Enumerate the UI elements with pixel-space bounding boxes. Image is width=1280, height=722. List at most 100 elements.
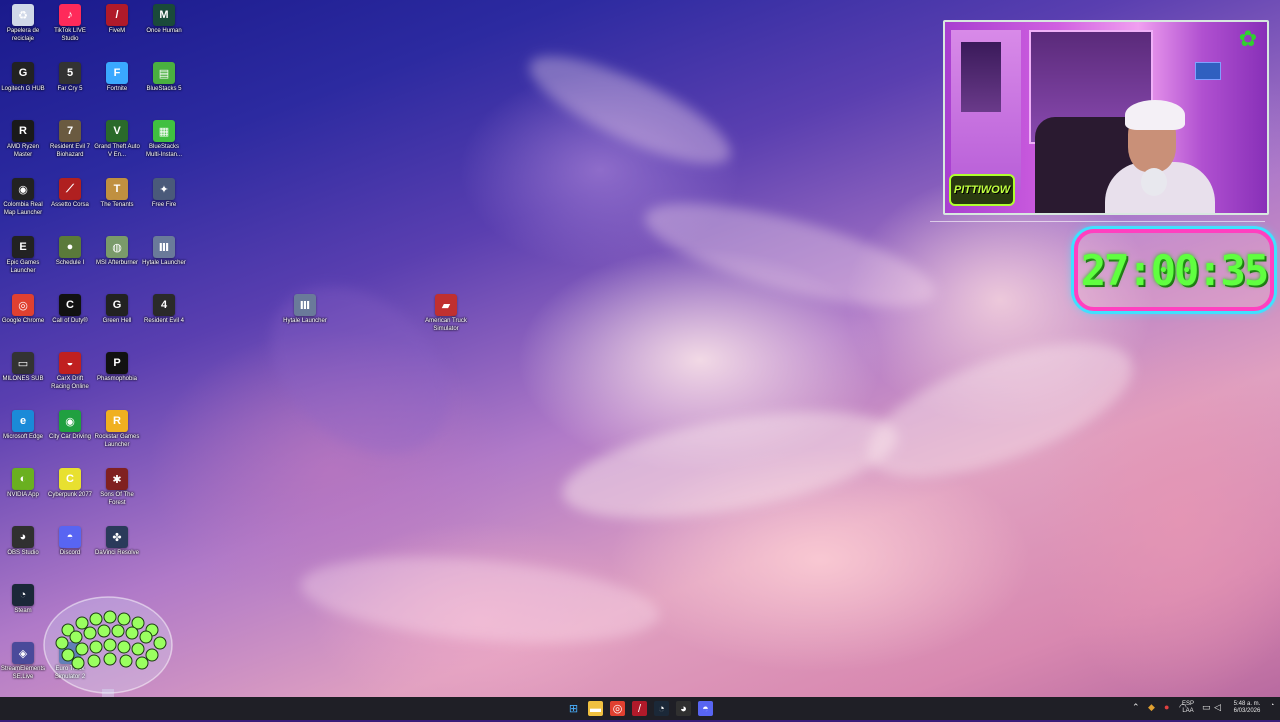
desktop-icon-call-of-duty[interactable]: C Call of Duty® bbox=[47, 294, 93, 326]
clock[interactable]: 5:48 a. m. 6/03/2026 bbox=[1226, 701, 1268, 715]
desktop-icon-label: Assetto Corsa bbox=[51, 202, 89, 208]
desktop-icon-resident-evil-4[interactable]: 4 Resident Evil 4 bbox=[141, 294, 187, 326]
amd-ryzen-icon: R bbox=[12, 120, 34, 142]
chrome-button[interactable]: ◎ bbox=[610, 701, 625, 716]
desktop-icon-schedule-one[interactable]: ● Schedule I bbox=[47, 236, 93, 268]
webcam-room-wall bbox=[951, 30, 1021, 190]
desktop-icon-label: MSI Afterburner bbox=[95, 260, 139, 266]
colombia-map-icon: ◉ bbox=[12, 178, 34, 200]
start-button[interactable]: ⊞ bbox=[566, 701, 581, 716]
webcam-window bbox=[961, 42, 1001, 112]
desktop-icon-msi-afterburner[interactable]: ◍ MSI Afterburner bbox=[94, 236, 140, 268]
desktop-icon-label: Colombia Real Map Launcher bbox=[3, 202, 43, 216]
desktop-icon-label: Grand Theft Auto V En... bbox=[94, 144, 140, 158]
microphone-icon bbox=[1141, 168, 1167, 196]
desktop-icon-american-truck[interactable]: ▰ American Truck Simulator bbox=[423, 294, 469, 333]
desktop-icon-label: DaVinci Resolve bbox=[95, 550, 139, 556]
resident-evil-4-icon: 4 bbox=[153, 294, 175, 316]
far-cry-icon: 5 bbox=[59, 62, 81, 84]
desktop-icon-colombia-map[interactable]: ◉ Colombia Real Map Launcher bbox=[0, 178, 46, 217]
desktop-icon-label: FiveM bbox=[108, 28, 126, 34]
resident-evil-7-icon: 7 bbox=[59, 120, 81, 142]
sons-forest-icon: ✱ bbox=[106, 468, 128, 490]
desktop-icon-sons-forest[interactable]: ✱ Sons Of The Forest bbox=[94, 468, 140, 507]
language-indicator[interactable]: ESP LAA bbox=[1180, 701, 1196, 715]
desktop-icon-amd-ryzen[interactable]: R AMD Ryzen Master bbox=[0, 120, 46, 159]
nvidia-icon: ◐ bbox=[12, 468, 34, 490]
file-explorer-button[interactable]: ▬ bbox=[588, 701, 603, 716]
desktop-icon-discord[interactable]: ◓ Discord bbox=[47, 526, 93, 558]
obs-icon: ◕ bbox=[12, 526, 34, 548]
desktop-icon-free-fire[interactable]: ✦ Free Fire bbox=[141, 178, 187, 210]
phasmophobia-icon: P bbox=[106, 352, 128, 374]
desktop-icon-the-tenants[interactable]: T The Tenants bbox=[94, 178, 140, 210]
desktop-icon-recycle-bin[interactable]: ♻ Papelera de reciclaje bbox=[0, 4, 46, 43]
desktop-icon-nvidia[interactable]: ◐ NVIDIA App bbox=[0, 468, 46, 500]
display-tray-icon[interactable]: ▭ bbox=[1202, 702, 1211, 713]
desktop-icon-logitech[interactable]: G Logitech G HUB bbox=[0, 62, 46, 94]
desktop-icon-far-cry[interactable]: 5 Far Cry 5 bbox=[47, 62, 93, 94]
desktop-icon-obs[interactable]: ◕ OBS Studio bbox=[0, 526, 46, 558]
desktop-icon-edge[interactable]: e Microsoft Edge bbox=[0, 410, 46, 442]
tray-app-icon[interactable]: ◆ bbox=[1148, 702, 1155, 713]
desktop-icon-resident-evil-7[interactable]: 7 Resident Evil 7 Biohazard bbox=[47, 120, 93, 159]
desktop-icon-davinci[interactable]: ✤ DaVinci Resolve bbox=[94, 526, 140, 558]
desktop-icon-once-human[interactable]: M Once Human bbox=[141, 4, 187, 36]
obs-button[interactable]: ◕ bbox=[676, 701, 691, 716]
desktop-icon-label: OBS Studio bbox=[7, 550, 39, 556]
desktop-icon-epic-games[interactable]: E Epic Games Launcher bbox=[0, 236, 46, 275]
desktop-icon-green-hell[interactable]: G Green Hell bbox=[94, 294, 140, 326]
cyberpunk-icon: C bbox=[59, 468, 81, 490]
discord-button[interactable]: ◓ bbox=[698, 701, 713, 716]
recycle-bin-icon: ♻ bbox=[12, 4, 34, 26]
desktop-icon-fivem[interactable]: / FiveM bbox=[94, 4, 140, 36]
clock-time: 5:48 a. m. bbox=[1233, 701, 1261, 707]
fortnite-icon: F bbox=[106, 62, 128, 84]
desktop-icon-gta-v[interactable]: V Grand Theft Auto V En... bbox=[94, 120, 140, 159]
steam-button[interactable]: ◔ bbox=[654, 701, 669, 716]
epic-games-icon: E bbox=[12, 236, 34, 258]
keyboard-layout: LAA bbox=[1182, 708, 1194, 714]
desktop-icon-tiktok[interactable]: ♪ TikTok LIVE Studio bbox=[47, 4, 93, 43]
desktop-icon-assetto-corsa[interactable]: ⟋ Assetto Corsa bbox=[47, 178, 93, 210]
desktop-icon-rockstar[interactable]: R Rockstar Games Launcher bbox=[94, 410, 140, 449]
desktop-icon-bluestacks[interactable]: ▤ BlueStacks 5 bbox=[141, 62, 187, 94]
gta-v-icon: V bbox=[106, 120, 128, 142]
notification-bell-icon[interactable]: ◔ bbox=[1270, 702, 1274, 709]
clock-date: 6/03/2026 bbox=[1233, 708, 1261, 714]
show-hidden-icons-chevron-icon[interactable]: ⌃ bbox=[1132, 702, 1140, 713]
desktop-icon-city-car-driving[interactable]: ◉ City Car Driving bbox=[47, 410, 93, 442]
desktop-icon-label: American Truck Simulator bbox=[425, 318, 467, 332]
green-hell-icon: G bbox=[106, 294, 128, 316]
desktop-icon-milones-sub[interactable]: ▭ MILONES SUB bbox=[0, 352, 46, 384]
desktop-icon-label: Logitech G HUB bbox=[1, 86, 45, 92]
carx-drift-icon: ◒ bbox=[59, 352, 81, 374]
desktop-icon-label: Hytale Launcher bbox=[142, 260, 186, 266]
streamer-name-badge: PITTIWOW bbox=[949, 174, 1015, 206]
desktop-icon-label: TikTok LIVE Studio bbox=[54, 28, 86, 42]
desktop-icon-label: CarX Drift Racing Online bbox=[51, 376, 89, 390]
desktop-icon-hytale[interactable]: Ⅲ Hytale Launcher bbox=[282, 294, 328, 326]
fivem-button[interactable]: / bbox=[632, 701, 647, 716]
desktop-icon-phasmophobia[interactable]: P Phasmophobia bbox=[94, 352, 140, 384]
edge-icon: e bbox=[12, 410, 34, 432]
hytale-icon: Ⅲ bbox=[294, 294, 316, 316]
desktop-icon-label: The Tenants bbox=[100, 202, 134, 208]
desktop-icon-cyberpunk[interactable]: C Cyberpunk 2077 bbox=[47, 468, 93, 500]
desktop-icon-chrome[interactable]: ◎ Google Chrome bbox=[0, 294, 46, 326]
desktop-icon-fortnite[interactable]: F Fortnite bbox=[94, 62, 140, 94]
call-of-duty-icon: C bbox=[59, 294, 81, 316]
msi-afterburner-icon: ◍ bbox=[106, 236, 128, 258]
volume-icon[interactable]: ◁ bbox=[1214, 702, 1221, 713]
desktop-icon-label: Green Hell bbox=[102, 318, 132, 324]
timer-value: 27:00:35 bbox=[1080, 245, 1269, 295]
desktop-icon-label: Free Fire bbox=[151, 202, 177, 208]
desktop-icon-bluestacks-multi[interactable]: ▦ BlueStacks Multi-Instan... bbox=[141, 120, 187, 159]
microphone-tray-icon[interactable]: ● bbox=[1164, 702, 1169, 712]
desktop-icon-hytale[interactable]: Ⅲ Hytale Launcher bbox=[141, 236, 187, 268]
desktop-icon-carx-drift[interactable]: ◒ CarX Drift Racing Online bbox=[47, 352, 93, 391]
desktop-icon-label: Resident Evil 7 Biohazard bbox=[49, 144, 91, 158]
desktop-icon-label: Phasmophobia bbox=[96, 376, 138, 382]
desktop-icon-label: Call of Duty® bbox=[52, 318, 88, 324]
desktop-icon-label: BlueStacks Multi-Instan... bbox=[145, 144, 182, 158]
